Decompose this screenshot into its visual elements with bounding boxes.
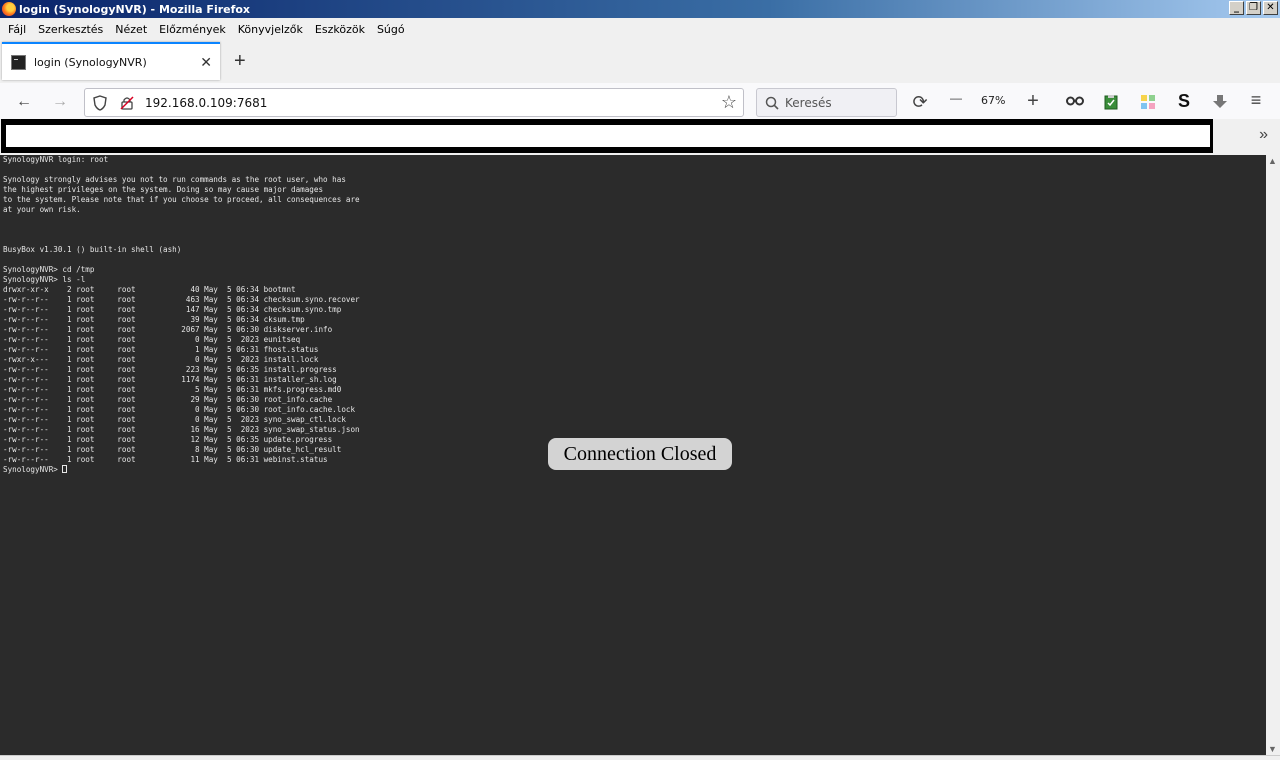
terminal-prompt: SynologyNVR> [3,465,63,474]
tab-strip: login (SynologyNVR) ✕ + [0,40,1280,83]
forward-icon[interactable]: → [50,93,70,111]
insecure-lock-icon[interactable] [119,95,135,111]
menu-view[interactable]: Nézet [109,23,153,36]
terminal-line: -rw-r--r-- 1 root root 29 May 5 06:30 ro… [3,395,333,404]
minimize-button[interactable]: _ [1229,1,1244,15]
redacted-bookmarks [1,119,1213,153]
connection-closed-overlay: Connection Closed [548,438,732,470]
reload-icon[interactable]: ⟳ [910,92,930,113]
terminal-line: -rw-r--r-- 1 root root 2067 May 5 06:30 … [3,325,333,334]
new-tab-button[interactable]: + [234,50,246,73]
terminal-line: -rw-r--r-- 1 root root 1174 May 5 06:31 … [3,375,337,384]
terminal-line: -rw-r--r-- 1 root root 1 May 5 06:31 fho… [3,345,319,354]
firefox-logo-icon [2,2,16,16]
menu-bookmarks[interactable]: Könyvjelzők [232,23,309,36]
status-bar [0,755,1280,760]
terminal-cursor [62,465,68,473]
redacted-bookmarks-inner [6,125,1210,147]
menu-bar: Fájl Szerkesztés Nézet Előzmények Könyvj… [0,18,1280,40]
terminal-line: the highest privileges on the system. Do… [3,185,324,194]
terminal-line: -rw-r--r-- 1 root root 223 May 5 06:35 i… [3,365,337,374]
terminal-line: -rw-r--r-- 1 root root 463 May 5 06:34 c… [3,295,360,304]
terminal-line: -rw-r--r-- 1 root root 16 May 5 2023 syn… [3,425,360,434]
zoom-level[interactable]: 67% [981,94,1005,107]
url-text[interactable]: 192.168.0.109:7681 [145,96,267,110]
terminal-line: Synology strongly advises you not to run… [3,175,346,184]
terminal-line: drwxr-xr-x 2 root root 40 May 5 06:34 bo… [3,285,296,294]
search-icon [765,96,779,110]
menu-edit[interactable]: Szerkesztés [32,23,109,36]
terminal-output: SynologyNVR login: root Synology strongl… [3,155,360,475]
menu-tools[interactable]: Eszközök [309,23,371,36]
terminal-favicon-icon [11,54,26,70]
menu-help[interactable]: Súgó [371,23,411,36]
terminal-line: BusyBox v1.30.1 () built-in shell (ash) [3,245,182,254]
url-bar[interactable]: 192.168.0.109:7681 ☆ [84,88,744,117]
terminal-line: -rw-r--r-- 1 root root 0 May 5 06:30 roo… [3,405,356,414]
terminal-line: -rwxr-x--- 1 root root 0 May 5 2023 inst… [3,355,319,364]
maximize-button[interactable]: ❐ [1246,1,1261,15]
window-controls: _ ❐ ✕ [1229,1,1278,15]
terminal-line: -rw-r--r-- 1 root root 8 May 5 06:30 upd… [3,445,342,454]
bookmark-star-icon[interactable]: ☆ [721,92,737,113]
search-box[interactable]: Keresés [756,88,897,117]
terminal-line: -rw-r--r-- 1 root root 39 May 5 06:34 ck… [3,315,305,324]
terminal-line: -rw-r--r-- 1 root root 11 May 5 06:31 we… [3,455,328,464]
tab-title: login (SynologyNVR) [34,55,147,69]
app-menu-icon[interactable]: ≡ [1246,90,1266,111]
bookmarks-toolbar: » [0,119,1280,155]
terminal-line: to the system. Please note that if you c… [3,195,360,204]
extension-color-squares-icon[interactable] [1140,94,1156,110]
navigation-bar: ← → 192.168.0.109:7681 ☆ Keresés ⟳ — 67%… [0,83,1280,123]
terminal-line: -rw-r--r-- 1 root root 0 May 5 2023 euni… [3,335,301,344]
terminal-line: SynologyNVR login: root [3,155,109,164]
extension-download-icon[interactable] [1211,94,1229,110]
terminal-scrollbar[interactable]: ▲ ▼ [1266,155,1280,755]
tab-login[interactable]: login (SynologyNVR) ✕ [2,42,220,80]
terminal-line: -rw-r--r-- 1 root root 12 May 5 06:35 up… [3,435,333,444]
shield-icon[interactable] [93,95,107,111]
back-icon[interactable]: ← [14,93,34,111]
bookmarks-overflow-icon[interactable]: » [1259,126,1268,144]
menu-file[interactable]: Fájl [2,23,32,36]
private-mask-icon[interactable] [1066,96,1084,106]
scroll-up-icon[interactable]: ▲ [1268,156,1277,166]
scroll-down-icon[interactable]: ▼ [1268,744,1277,754]
terminal-line: -rw-r--r-- 1 root root 5 May 5 06:31 mkf… [3,385,342,394]
search-placeholder: Keresés [785,96,832,110]
terminal-line: -rw-r--r-- 1 root root 0 May 5 2023 syno… [3,415,346,424]
window-title: login (SynologyNVR) - Mozilla Firefox [19,2,251,16]
extension-clipboard-icon[interactable] [1103,94,1119,110]
menu-history[interactable]: Előzmények [153,23,232,36]
terminal-line: SynologyNVR> ls -l [3,275,86,284]
zoom-out-icon[interactable]: — [946,91,966,105]
terminal-line: at your own risk. [3,205,81,214]
zoom-in-icon[interactable]: + [1023,90,1043,113]
terminal-prompt-line: SynologyNVR> [3,465,360,475]
terminal-line: -rw-r--r-- 1 root root 147 May 5 06:34 c… [3,305,342,314]
close-window-button[interactable]: ✕ [1263,1,1278,15]
window-titlebar: login (SynologyNVR) - Mozilla Firefox _ … [0,0,1280,18]
close-tab-icon[interactable]: ✕ [200,54,212,71]
terminal-line: SynologyNVR> cd /tmp [3,265,95,274]
extension-s-icon[interactable]: S [1174,91,1194,112]
